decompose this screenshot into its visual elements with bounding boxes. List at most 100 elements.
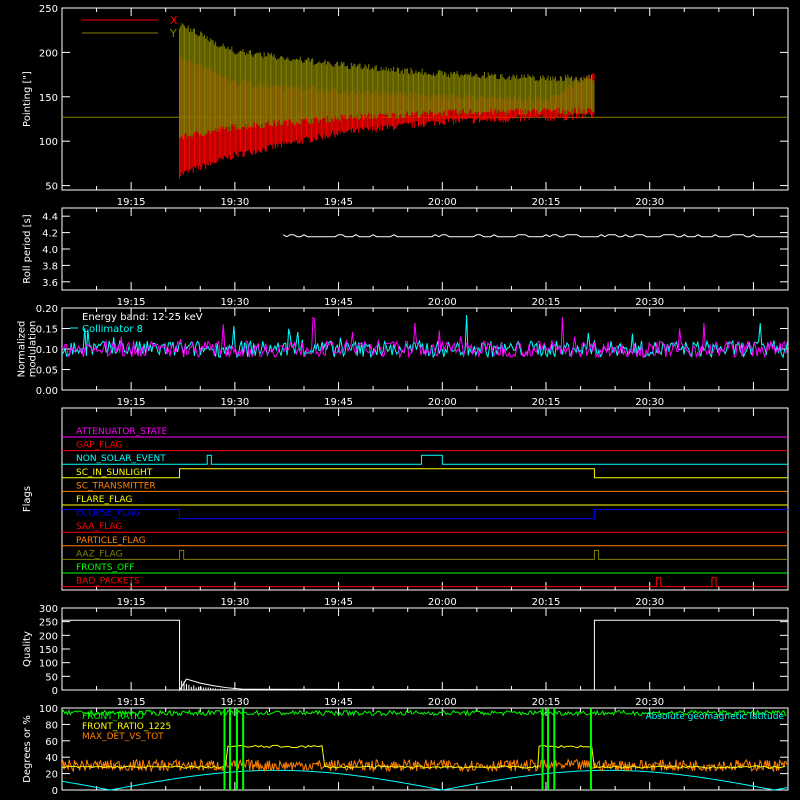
y-tick-label: 300 (39, 604, 58, 615)
x-tick-label: 20:00 (428, 697, 457, 708)
flag-label: PARTICLE_FLAG (76, 536, 146, 546)
y-tick-label: 0.05 (36, 366, 58, 377)
x-tick-label: 20:00 (428, 197, 457, 208)
y-tick-label: 150 (39, 645, 58, 656)
y-tick-label: 100 (39, 659, 58, 670)
flag-line (62, 468, 788, 479)
series-magenta (61, 316, 789, 359)
x-tick-label: 20:30 (635, 397, 664, 408)
legend-label-collimator: Collimator 8 (82, 324, 143, 335)
y-tick-label: 50 (45, 182, 58, 193)
flag-label: SC_IN_SUNLIGHT (76, 468, 153, 478)
x-tick-label: 19:45 (324, 297, 353, 308)
y-tick-label: 200 (39, 48, 58, 59)
series-geomagnetic-latitude (61, 769, 789, 791)
y-axis-label: Flags (22, 486, 33, 512)
y-tick-label: 250 (39, 4, 58, 15)
y-tick-label: 4.4 (42, 212, 58, 223)
x-tick-label: 19:30 (220, 697, 249, 708)
y-tick-label: 3.6 (42, 278, 58, 289)
y-tick-label: 0.20 (36, 304, 58, 315)
y-tick-label: 0.15 (36, 325, 58, 336)
x-tick-label: 19:30 (220, 197, 249, 208)
flag-label: NON_SOLAR_EVENT (76, 454, 166, 464)
x-tick-label: 19:15 (117, 197, 146, 208)
x-tick-label: 20:00 (428, 297, 457, 308)
y-tick-label: 60 (45, 737, 58, 748)
x-tick-label: 20:00 (428, 597, 457, 608)
y-axis-label: Degrees or % (22, 715, 33, 783)
y-axis-label: Roll period [s] (22, 214, 33, 283)
y-axis-label: Quality (22, 631, 33, 667)
y-axis-label-text: Flags (22, 486, 33, 512)
flag-line (62, 577, 788, 588)
y-tick-label: 200 (39, 631, 58, 642)
y-axis-label-text: Normalized (17, 321, 28, 378)
legend-label-front_ratio_1225: FRONT_RATIO_1225 (82, 722, 171, 732)
x-tick-label: 20:30 (635, 697, 664, 708)
y-tick-label: 0.10 (36, 345, 58, 356)
flag-label: GAP_FLAG (76, 441, 122, 451)
x-tick-label: 20:30 (635, 297, 664, 308)
y-axis-label: Normalized modulation (17, 321, 39, 378)
y-tick-label: 150 (39, 93, 58, 104)
y-tick-label: 250 (39, 618, 58, 629)
flag-label: BAD_PACKETS (76, 577, 140, 587)
x-tick-label: 19:45 (324, 197, 353, 208)
quality-line (62, 619, 788, 692)
x-tick-label: 20:30 (635, 197, 664, 208)
flag-line (62, 509, 788, 520)
legend-label-y: Y (169, 27, 177, 40)
energy-band-label: Energy band: 12-25 keV (82, 312, 203, 323)
x-tick-label: 20:15 (532, 397, 561, 408)
flag-label: AAZ_FLAG (76, 549, 123, 559)
flag-label: FRONTS_OFF (76, 563, 134, 573)
x-tick-label: 20:15 (532, 197, 561, 208)
roll-period-line (283, 234, 788, 238)
x-tick-label: 19:30 (220, 297, 249, 308)
y-tick-label: 0 (52, 686, 58, 697)
legend-label-front_ratio: FRONT_RATIO (82, 712, 144, 722)
y-axis-label-text: Degrees or % (22, 715, 33, 783)
y-tick-label: 100 (39, 704, 58, 715)
y-axis-label-text: Roll period [s] (22, 214, 33, 283)
x-tick-label: 19:45 (324, 397, 353, 408)
panel-frame (61, 407, 789, 591)
flag-line (62, 549, 788, 560)
x-tick-label: 19:30 (220, 397, 249, 408)
x-tick-label: 19:15 (117, 297, 146, 308)
flag-label: SAA_FLAG (76, 522, 122, 532)
y-tick-label: 4.2 (42, 229, 58, 240)
y-tick-label: 100 (39, 137, 58, 148)
y-axis-label: Pointing ["] (22, 71, 33, 127)
y-tick-label: 40 (45, 753, 58, 764)
x-tick-label: 19:30 (220, 597, 249, 608)
x-tick-label: 19:15 (117, 697, 146, 708)
x-tick-label: 20:00 (428, 397, 457, 408)
y-tick-label: 20 (45, 770, 58, 781)
y-tick-label: 0 (52, 786, 58, 797)
flag-label: FLARE_FLAG (76, 495, 132, 505)
y-tick-label: 50 (45, 672, 58, 683)
x-tick-label: 19:15 (117, 597, 146, 608)
y-tick-label: 80 (45, 720, 58, 731)
x-tick-label: 20:30 (635, 597, 664, 608)
flag-label: ATTENUATOR_STATE (76, 427, 168, 437)
x-tick-label: 20:15 (532, 597, 561, 608)
flag-label: SC_TRANSMITTER (76, 481, 156, 491)
series-y-band (179, 23, 595, 140)
flag-line (62, 454, 788, 465)
y-tick-label: 3.8 (42, 261, 58, 272)
y-axis-label-text: Pointing ["] (22, 71, 33, 127)
legend-label-x: X (170, 14, 178, 27)
legend-label-max_det_vs_tot: MAX_DET_VS_TOT (82, 732, 164, 742)
x-tick-label: 20:15 (532, 697, 561, 708)
x-tick-label: 19:45 (324, 697, 353, 708)
series-max-det-vs-tot (61, 757, 788, 773)
figure: 19:15 19:30 19:45 20:00 20:15 20:30 50 100 150 20… (0, 0, 800, 800)
x-tick-label: 19:45 (324, 597, 353, 608)
y-tick-label: 0.00 (36, 386, 58, 397)
y-tick-label: 4.0 (42, 245, 58, 256)
x-tick-label: 20:15 (532, 297, 561, 308)
y-axis-label-text: modulation (28, 321, 39, 378)
